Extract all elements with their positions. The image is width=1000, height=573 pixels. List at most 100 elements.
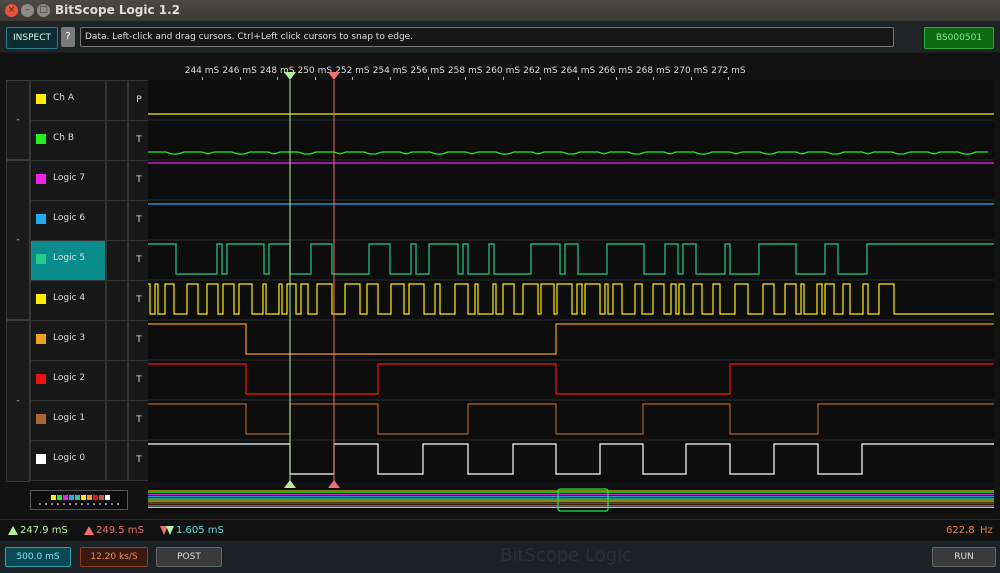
channel-option-cell[interactable] bbox=[106, 360, 128, 401]
frequency-unit: Hz bbox=[980, 525, 993, 536]
cursor-info-bar: 247.9 mS 249.5 mS 1.605 mS 622.8 Hz bbox=[0, 519, 1000, 542]
inspect-button[interactable]: INSPECT bbox=[6, 27, 58, 49]
channel-label: Logic 2 bbox=[53, 373, 86, 383]
run-button[interactable]: RUN bbox=[932, 547, 996, 567]
cursor-delta-icon bbox=[160, 526, 174, 535]
thumbnail-dot bbox=[57, 503, 59, 505]
cursor-b-time: 249.5 mS bbox=[96, 525, 144, 536]
thumbnail-channel-dot bbox=[75, 495, 80, 500]
device-button[interactable]: BS000501 bbox=[924, 27, 994, 49]
toolbar: INSPECT ? Data. Left-click and drag curs… bbox=[0, 22, 1000, 52]
cursor-b-bottom-icon[interactable] bbox=[328, 480, 340, 488]
channel-trigger-cell[interactable]: T bbox=[128, 440, 150, 481]
channel-row[interactable]: Logic 3 bbox=[30, 320, 106, 361]
channel-color-swatch bbox=[36, 94, 46, 104]
thumbnail-dot bbox=[39, 503, 41, 505]
channel-row[interactable]: Logic 0 bbox=[30, 440, 106, 481]
channel-overview-thumbnail[interactable] bbox=[30, 490, 128, 510]
channel-color-swatch bbox=[36, 414, 46, 424]
channel-option-cell[interactable] bbox=[106, 320, 128, 361]
channel-option-cell[interactable] bbox=[106, 280, 128, 321]
channel-trigger-cell[interactable]: T bbox=[128, 120, 150, 161]
overview-strip[interactable] bbox=[148, 487, 994, 513]
channel-trigger-cell[interactable]: T bbox=[128, 400, 150, 441]
thumbnail-dot bbox=[93, 503, 95, 505]
thumbnail-dot bbox=[69, 503, 71, 505]
cursor-b-handle-icon[interactable] bbox=[328, 72, 340, 80]
thumbnail-dot bbox=[117, 503, 119, 505]
channel-row[interactable]: Ch A bbox=[30, 80, 106, 121]
title-bar: × – □ BitScope Logic 1.2 bbox=[0, 0, 1000, 22]
channel-row[interactable]: Ch B bbox=[30, 120, 106, 161]
group-logic-high-collapse[interactable]: - bbox=[6, 160, 30, 320]
maximize-icon[interactable]: □ bbox=[37, 4, 50, 17]
thumbnail-dot bbox=[75, 503, 77, 505]
channel-label: Logic 4 bbox=[53, 293, 86, 303]
cursor-a-bottom-icon[interactable] bbox=[284, 480, 296, 488]
channel-label: Logic 3 bbox=[53, 333, 86, 343]
waveform-display[interactable] bbox=[148, 80, 994, 482]
cursor-b-icon bbox=[84, 526, 94, 535]
channel-row[interactable]: Logic 7 bbox=[30, 160, 106, 201]
channel-option-cell[interactable] bbox=[106, 400, 128, 441]
channel-option-cell[interactable] bbox=[106, 440, 128, 481]
channel-option-cell[interactable] bbox=[106, 120, 128, 161]
channel-color-swatch bbox=[36, 214, 46, 224]
channel-color-swatch bbox=[36, 454, 46, 464]
channel-row[interactable]: Logic 4 bbox=[30, 280, 106, 321]
channel-option-cell[interactable] bbox=[106, 80, 128, 121]
cursor-bottom-handles bbox=[284, 480, 340, 488]
channel-label: Ch B bbox=[53, 133, 75, 143]
timebase-button[interactable]: 500.0 mS bbox=[5, 547, 71, 567]
time-axis: 244 mS 246 mS 248 mS 250 mS 252 mS 254 mS 256 … bbox=[148, 60, 994, 81]
channel-label: Ch A bbox=[53, 93, 75, 103]
group-logic-low-collapse[interactable]: - bbox=[6, 320, 30, 482]
channel-color-swatch bbox=[36, 334, 46, 344]
thumbnail-channel-dot bbox=[57, 495, 62, 500]
cursor-a-time: 247.9 mS bbox=[20, 525, 68, 536]
message-box: Data. Left-click and drag cursors. Ctrl+… bbox=[80, 27, 894, 47]
cursor-a-icon bbox=[8, 526, 18, 535]
channel-trigger-cell[interactable]: T bbox=[128, 320, 150, 361]
thumbnail-dot bbox=[111, 503, 113, 505]
thumbnail-channel-dot bbox=[81, 495, 86, 500]
waveform-background bbox=[148, 80, 994, 482]
channel-trigger-cell[interactable]: T bbox=[128, 200, 150, 241]
channel-row[interactable]: Logic 6 bbox=[30, 200, 106, 241]
channel-color-swatch bbox=[36, 174, 46, 184]
channel-option-cell[interactable] bbox=[106, 200, 128, 241]
close-icon[interactable]: × bbox=[5, 4, 18, 17]
channel-label: Logic 7 bbox=[53, 173, 86, 183]
channel-row[interactable]: Logic 2 bbox=[30, 360, 106, 401]
channel-option-cell[interactable] bbox=[106, 160, 128, 201]
channel-trigger-cell[interactable]: T bbox=[128, 280, 150, 321]
thumbnail-dot bbox=[51, 503, 53, 505]
channel-row[interactable]: Logic 5 bbox=[30, 240, 106, 281]
thumbnail-dot bbox=[105, 503, 107, 505]
channel-trigger-cell[interactable]: T bbox=[128, 360, 150, 401]
channel-color-swatch bbox=[36, 374, 46, 384]
help-button[interactable]: ? bbox=[61, 27, 75, 47]
channel-color-swatch bbox=[36, 134, 46, 144]
post-button[interactable]: POST bbox=[156, 547, 222, 567]
channel-trigger-cell[interactable]: T bbox=[128, 160, 150, 201]
channel-option-cell[interactable] bbox=[106, 240, 128, 281]
sample-rate-button[interactable]: 12.20 ks/S bbox=[80, 547, 148, 567]
thumbnail-dot bbox=[87, 503, 89, 505]
thumbnail-channel-dot bbox=[93, 495, 98, 500]
minimize-icon[interactable]: – bbox=[21, 4, 34, 17]
cursor-a-handle-icon[interactable] bbox=[284, 72, 296, 80]
thumbnail-channel-dot bbox=[87, 495, 92, 500]
channel-color-swatch bbox=[36, 254, 46, 264]
thumbnail-channel-dot bbox=[69, 495, 74, 500]
channel-trigger-cell[interactable]: T bbox=[128, 240, 150, 281]
thumbnail-channel-dot bbox=[99, 495, 104, 500]
channel-label: Logic 1 bbox=[53, 413, 86, 423]
group-analog-collapse[interactable]: - bbox=[6, 80, 30, 160]
thumbnail-dot bbox=[81, 503, 83, 505]
window-title: BitScope Logic 1.2 bbox=[55, 3, 181, 17]
channel-label: Logic 5 bbox=[53, 253, 86, 263]
channel-row[interactable]: Logic 1 bbox=[30, 400, 106, 441]
frequency-value: 622.8 bbox=[946, 525, 975, 536]
channel-trigger-cell[interactable]: P bbox=[128, 80, 150, 121]
